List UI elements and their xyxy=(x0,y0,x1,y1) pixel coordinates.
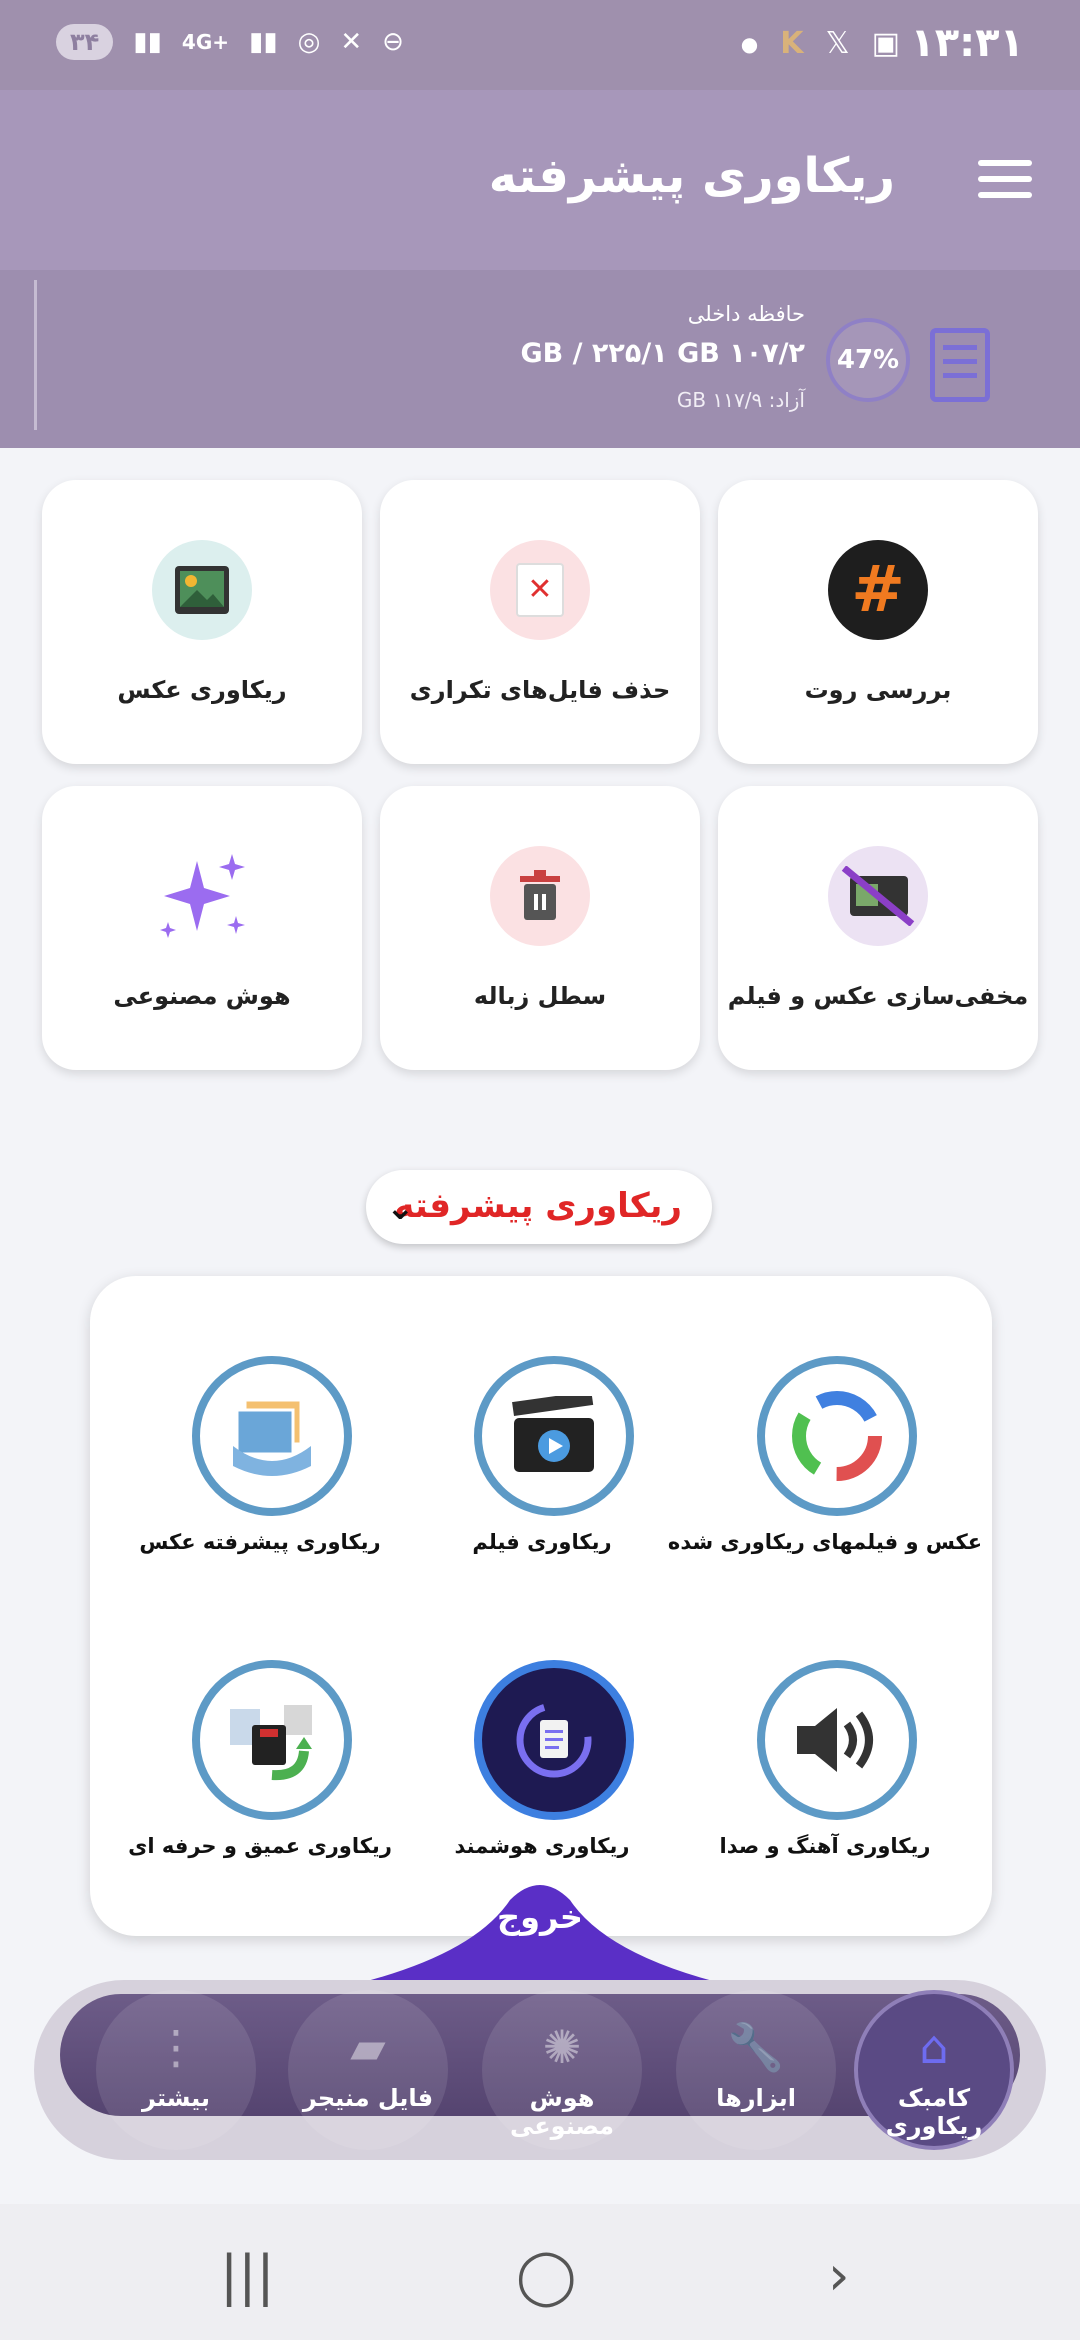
storage-free: آزاد: ۱۱۷/۹ GB xyxy=(676,388,805,412)
signal-icon-2: ▮▮ xyxy=(249,27,278,57)
tool-label: سطل زباله xyxy=(473,982,607,1010)
deep-recovery-icon xyxy=(192,1660,352,1820)
adv-item-recovered-media[interactable]: عکس و فیلمهای ریکاوری شده xyxy=(668,1346,982,1606)
smart-recovery-icon xyxy=(474,1660,634,1820)
advanced-toggle-label: ریکاوری پیشرفته xyxy=(394,1186,682,1226)
tool-card-hide-media[interactable]: مخفی‌سازی عکس و فیلم xyxy=(718,786,1038,1070)
hotspot-icon: ◎ xyxy=(297,27,321,57)
nav-label: ابزارها xyxy=(716,2084,796,2112)
network-icon: 4G+ xyxy=(181,30,230,54)
adv-item-advanced-photo[interactable]: ریکاوری پیشرفته عکس xyxy=(110,1346,410,1606)
status-time: ۱۳:۳۱ xyxy=(910,20,1024,66)
nav-item-comeback-recovery[interactable]: ⌂ کامبک ریکاوری xyxy=(834,1990,1014,2150)
nav-label: هوش مصنوعی xyxy=(509,2084,615,2140)
nav-item-tools[interactable]: 🔧 ابزارها xyxy=(656,1990,836,2150)
adv-item-audio[interactable]: ریکاوری آهنگ و صدا xyxy=(675,1650,975,1910)
nav-label: کامبک ریکاوری xyxy=(885,2084,983,2140)
advanced-recovery-panel: عکس و فیلمهای ریکاوری شده ریکاوری فیلم ر… xyxy=(90,1276,992,1936)
back-button[interactable]: › xyxy=(828,2244,850,2307)
menu-icon[interactable] xyxy=(978,160,1032,198)
root-hash-icon: # xyxy=(828,540,928,640)
nav-item-more[interactable]: ⋮ بیشتر xyxy=(76,1990,256,2150)
x-app-icon: 𝕏 xyxy=(825,26,850,61)
hide-media-icon xyxy=(828,846,928,946)
clapperboard-icon xyxy=(474,1356,634,1516)
battery-icon: ۳۴ xyxy=(56,24,114,60)
tool-label: ریکاوری عکس xyxy=(117,676,287,704)
sparkle-icon xyxy=(152,846,252,946)
status-left: ۳۴ ▮▮ 4G+ ▮▮ ◎ ✕ ⊖ xyxy=(56,24,404,60)
page-title: ریکاوری پیشرفته xyxy=(488,148,895,204)
home-icon: ⌂ xyxy=(919,2020,949,2074)
k-app-icon: K xyxy=(780,26,804,61)
system-nav-bar: ||| ◯ › xyxy=(0,2204,1080,2340)
adv-item-video[interactable]: ریکاوری فیلم xyxy=(392,1346,692,1606)
photo-icon xyxy=(152,540,252,640)
duplicate-delete-icon: ✕ xyxy=(490,540,590,640)
more-dots-icon: ⋮ xyxy=(153,2020,199,2074)
tool-card-ai[interactable]: هوش مصنوعی xyxy=(42,786,362,1070)
tool-label: حذف فایل‌های تکراری xyxy=(409,676,671,704)
adv-item-smart[interactable]: ریکاوری هوشمند xyxy=(392,1650,692,1910)
nav-label: فایل منیجر xyxy=(302,2084,434,2112)
storage-icon xyxy=(930,328,990,402)
photo-stack-icon xyxy=(192,1356,352,1516)
tool-label: هوش مصنوعی xyxy=(113,982,291,1010)
signal-icon: ▮▮ xyxy=(133,27,162,57)
tool-label: مخفی‌سازی عکس و فیلم xyxy=(727,982,1029,1010)
mute-icon: ✕ xyxy=(340,27,363,57)
nav-item-file-manager[interactable]: ▰ فایل منیجر xyxy=(268,1990,448,2150)
advanced-toggle-button[interactable]: ریکاوری پیشرفته ⌄ xyxy=(366,1170,712,1244)
speaker-icon xyxy=(757,1660,917,1820)
app-bar: ریکاوری پیشرفته xyxy=(0,90,1080,270)
tool-card-trash[interactable]: سطل زباله xyxy=(380,786,700,1070)
dnd-icon: ⊖ xyxy=(382,27,404,57)
storage-panel: 47% حافظه داخلی ۱۰۷/۲ GB / ۲۲۵/۱ GB آزاد… xyxy=(0,270,1080,448)
tool-card-root-check[interactable]: # بررسی روت xyxy=(718,480,1038,764)
recent-apps-button[interactable]: ||| xyxy=(220,2244,275,2307)
nav-item-ai[interactable]: ✺ هوش مصنوعی xyxy=(462,1990,642,2150)
adv-item-deep[interactable]: ریکاوری عمیق و حرفه ای xyxy=(110,1650,410,1910)
storage-size: ۱۰۷/۲ GB / ۲۲۵/۱ GB xyxy=(520,338,805,369)
adv-item-label: ریکاوری عمیق و حرفه ای xyxy=(128,1834,392,1858)
divider xyxy=(34,280,37,430)
adv-item-label: ریکاوری پیشرفته عکس xyxy=(139,1530,381,1554)
nav-label: بیشتر xyxy=(142,2084,210,2112)
status-bar: ۳۴ ▮▮ 4G+ ▮▮ ◎ ✕ ⊖ ● K 𝕏 ▣ ۱۳:۳۱ xyxy=(0,0,1080,90)
bottom-nav: ⌂ کامبک ریکاوری 🔧 ابزارها ✺ هوش مصنوعی ▰… xyxy=(34,1980,1046,2160)
trash-icon xyxy=(490,846,590,946)
status-right-icons: ● K 𝕏 ▣ xyxy=(741,26,900,61)
tool-label: بررسی روت xyxy=(804,676,952,704)
exit-label[interactable]: خروج xyxy=(490,1898,590,1936)
screenshot-icon: ▣ xyxy=(871,26,900,61)
recycle-arrows-icon xyxy=(757,1356,917,1516)
ai-icon: ✺ xyxy=(542,2020,582,2074)
storage-label: حافظه داخلی xyxy=(687,302,805,326)
tool-card-duplicates[interactable]: ✕ حذف فایل‌های تکراری xyxy=(380,480,700,764)
tool-card-photo-recovery[interactable]: ریکاوری عکس xyxy=(42,480,362,764)
wrench-icon: 🔧 xyxy=(727,2020,785,2074)
folder-icon: ▰ xyxy=(350,2020,386,2074)
chevron-down-icon: ⌄ xyxy=(386,1188,415,1228)
home-button[interactable]: ◯ xyxy=(516,2244,576,2307)
dot-icon: ● xyxy=(740,31,759,56)
storage-percent-ring: 47% xyxy=(826,318,910,402)
